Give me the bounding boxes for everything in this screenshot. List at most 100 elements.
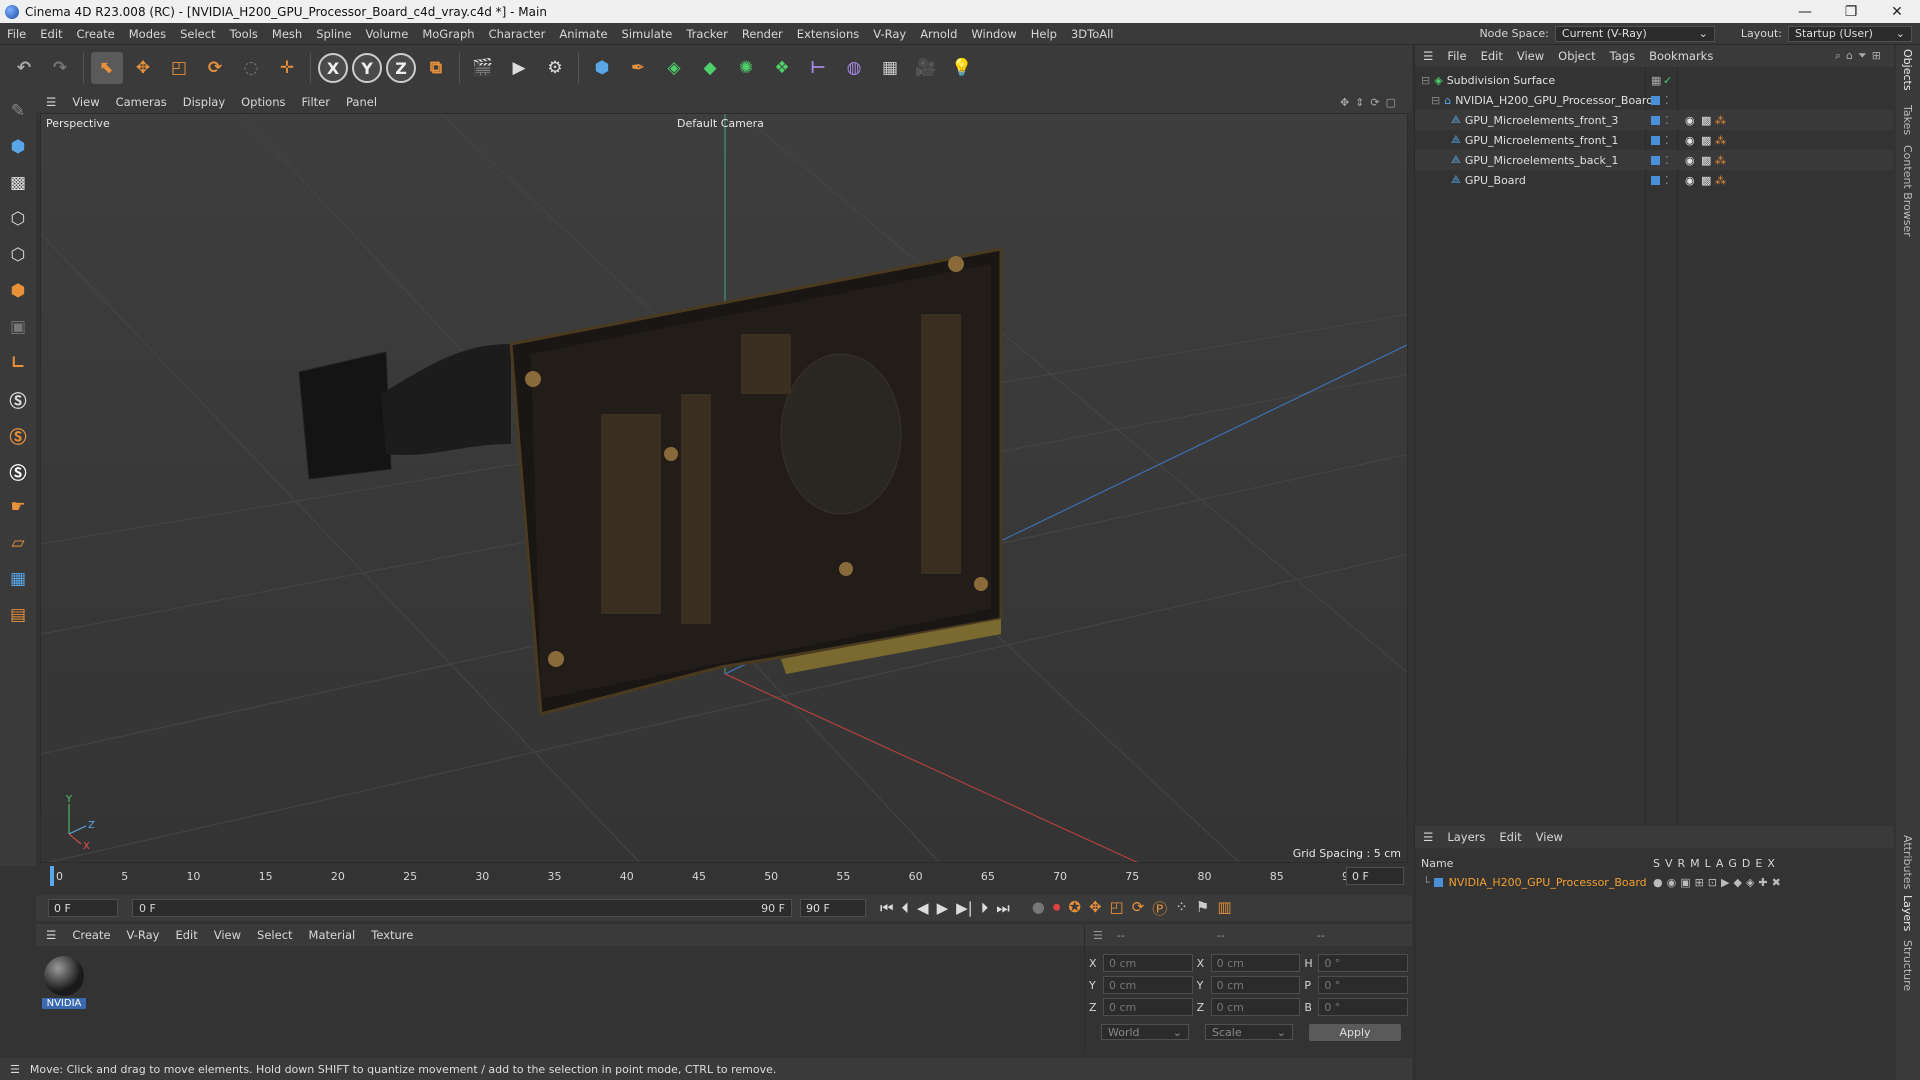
material-menu-vray[interactable]: V-Ray [119,928,168,942]
hamburger-icon[interactable]: ☰ [36,95,64,109]
tab-objects[interactable]: Objects [1901,49,1914,91]
viewport-menu-options[interactable]: Options [233,95,293,109]
visibility-dots[interactable]: ⁚ [1665,174,1669,187]
menu-tracker[interactable]: Tracker [679,27,735,41]
start-frame-field[interactable]: 0 F [48,899,118,917]
menu-create[interactable]: Create [70,27,122,41]
menu-volume[interactable]: Volume [359,27,416,41]
layer-color-swatch[interactable] [1651,95,1660,105]
mograph-effector-icon[interactable]: ❖ [766,52,798,84]
camera-icon[interactable]: 🎥 [910,52,942,84]
cloner-icon[interactable]: ✺ [730,52,762,84]
key-parameter-icon[interactable]: Ⓟ [1152,898,1167,919]
object-menu-object[interactable]: Object [1551,49,1602,63]
redo-icon[interactable]: ↷ [44,52,76,84]
minimize-button[interactable]: — [1782,0,1828,23]
hamburger-icon[interactable]: ☰ [1415,830,1440,844]
material-tag-icon[interactable]: ◉ [1685,134,1695,147]
size-z-field[interactable]: 0 cm [1210,998,1301,1016]
object-row-microelements-back-1[interactable]: ⟁ GPU_Microelements_back_1 ⁚ ◉ ▩ ⁂ [1415,150,1894,170]
tab-takes[interactable]: Takes [1901,105,1914,135]
material-menu-select[interactable]: Select [249,928,300,942]
render-settings-icon[interactable]: ⚙ [539,52,571,84]
object-row-processor-board[interactable]: ⊟ ⌂ NVIDIA_H200_GPU_Processor_Board ⁚ [1415,90,1894,110]
menu-extensions[interactable]: Extensions [790,27,866,41]
menu-help[interactable]: Help [1024,27,1064,41]
viewport-nav-icons[interactable]: ✥⇕⟳▢ [1340,96,1402,109]
cube-primitive-icon[interactable]: ⬢ [586,52,618,84]
visibility-dots[interactable]: ⁚ [1665,134,1669,147]
menu-modes[interactable]: Modes [122,27,173,41]
uv-mode-icon[interactable]: ▣ [3,311,33,343]
viewport-menu-panel[interactable]: Panel [338,95,385,109]
material-menu-texture[interactable]: Texture [363,928,421,942]
vray-tag-icon[interactable]: ⁂ [1715,114,1726,127]
live-selection-icon[interactable]: ⬉ [91,52,123,84]
polygons-mode-icon[interactable]: ⬢ [3,275,33,307]
grid-icon[interactable]: ▦ [3,563,33,595]
collapse-icon[interactable]: ⊟ [1421,74,1430,87]
tab-attributes[interactable]: Attributes [1901,835,1914,889]
menu-vray[interactable]: V-Ray [866,27,913,41]
snap-settings-icon[interactable]: Ⓢ [3,419,33,451]
menu-mograph[interactable]: MoGraph [415,27,481,41]
rotation-h-field[interactable]: 0 ° [1318,954,1409,972]
timeline-settings-icon[interactable]: ▥ [1217,898,1231,919]
goto-start-icon[interactable]: ⏮ [880,899,894,917]
visibility-dots[interactable]: ⁚ [1665,114,1669,127]
motion-system-icon[interactable]: ⚑ [1196,898,1209,919]
render-picture-viewer-icon[interactable]: ▶ [503,52,535,84]
hamburger-icon[interactable]: ☰ [0,1063,30,1076]
tab-layers[interactable]: Layers [1901,895,1914,931]
object-row-microelements-front-3[interactable]: ⟁ GPU_Microelements_front_3 ⁚ ◉ ▩ ⁂ [1415,110,1894,130]
vray-tag-icon[interactable]: ⁂ [1715,174,1726,187]
viewport-menu-view[interactable]: View [64,95,107,109]
texture-mode-icon[interactable]: ▩ [3,167,33,199]
hamburger-icon[interactable]: ☰ [1085,929,1111,942]
position-z-field[interactable]: 0 cm [1102,998,1193,1016]
tweak-mode-icon[interactable]: ☛ [3,491,33,523]
viewport-menu-filter[interactable]: Filter [294,95,338,109]
prev-key-icon[interactable]: ⏴ [902,899,910,917]
vray-tag-icon[interactable]: ⁂ [1715,154,1726,167]
field-icon[interactable]: ◍ [838,52,870,84]
locked-workplane-icon[interactable]: ▤ [3,599,33,631]
apply-button[interactable]: Apply [1309,1024,1401,1041]
menu-animate[interactable]: Animate [552,27,614,41]
rotation-b-field[interactable]: 0 ° [1318,998,1409,1016]
camera-label[interactable]: Default Camera [677,117,764,130]
layer-color-swatch[interactable] [1433,877,1443,887]
material-menu-create[interactable]: Create [64,928,118,942]
menu-arnold[interactable]: Arnold [913,27,964,41]
render-view-icon[interactable]: 🎬 [467,52,499,84]
snap-icon[interactable]: Ⓢ [3,383,33,415]
3d-viewport[interactable]: Y Z X Perspective Default Camera Grid Sp… [40,113,1408,863]
rotation-p-field[interactable]: 0 ° [1318,976,1409,994]
object-search-icons[interactable]: ⌕⌂⏷⊞ [1835,49,1894,63]
next-frame-icon[interactable]: ▶| [956,899,973,917]
timeline-ruler[interactable]: 0 5 10 15 20 25 30 35 40 45 50 55 60 65 … [36,864,1412,888]
goto-end-icon[interactable]: ⏭ [996,899,1010,917]
move-axis-icon[interactable]: ✛ [271,52,303,84]
tab-content-browser[interactable]: Content Browser [1901,145,1914,237]
layer-color-swatch[interactable] [1651,175,1660,185]
vray-tag-icon[interactable]: ⁂ [1715,134,1726,147]
prev-frame-icon[interactable]: ◀ [917,899,929,917]
key-rotation-icon[interactable]: ⟳ [1132,898,1145,919]
viewport-menu-display[interactable]: Display [175,95,233,109]
menu-mesh[interactable]: Mesh [265,27,309,41]
layer-color-swatch[interactable] [1651,155,1660,165]
material-tag-icon[interactable]: ◉ [1685,114,1695,127]
undo-icon[interactable]: ↶ [8,52,40,84]
texture-tag-icon[interactable]: ▩ [1701,174,1711,187]
material-swatch[interactable]: NVIDIA [42,956,86,1009]
tab-structure[interactable]: Structure [1901,940,1914,991]
menu-select[interactable]: Select [173,27,222,41]
visibility-dots[interactable]: ▦ [1651,74,1661,87]
menu-3dtoall[interactable]: 3DToAll [1064,27,1121,41]
menu-edit[interactable]: Edit [33,27,69,41]
object-menu-tags[interactable]: Tags [1603,49,1642,63]
edges-mode-icon[interactable]: ⬡ [3,239,33,271]
frame-range-slider[interactable]: 0 F 90 F [132,899,792,917]
scale-mode-dropdown[interactable]: Scale ⌄ [1205,1024,1293,1040]
